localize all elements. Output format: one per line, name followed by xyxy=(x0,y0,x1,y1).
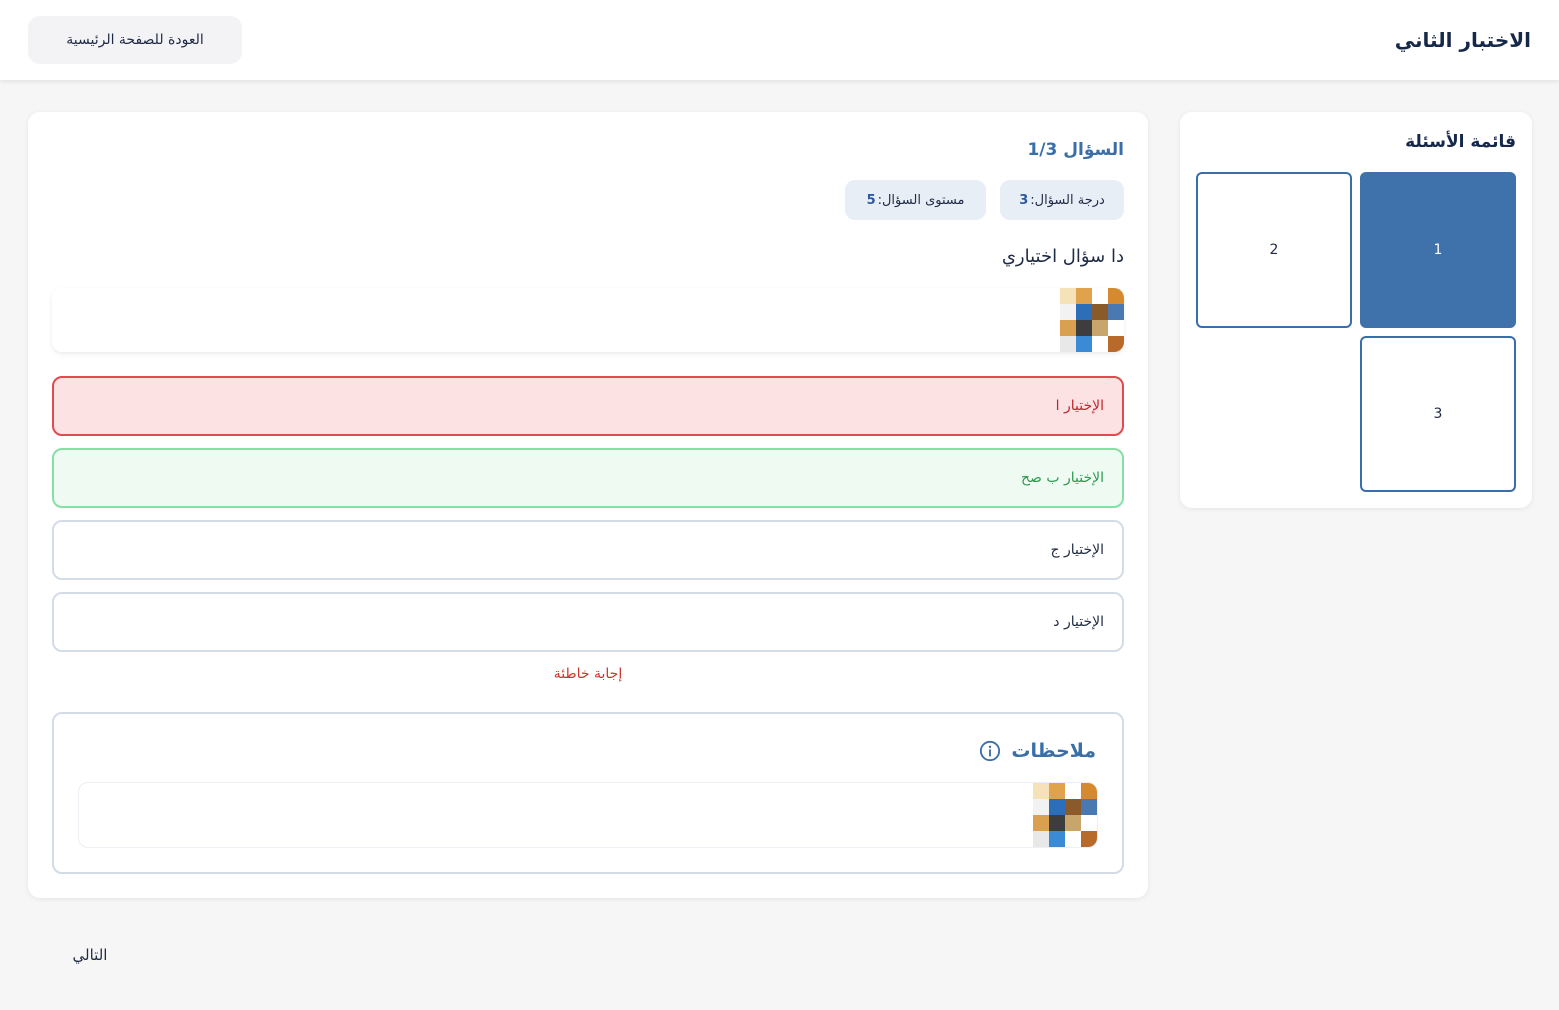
question-number: السؤال 1/3 xyxy=(1027,140,1124,160)
notes-image-box xyxy=(78,782,1098,848)
answer-result: إجابة خاطئة xyxy=(553,666,623,682)
info-icon xyxy=(980,740,1001,762)
question-button-3[interactable]: 3 xyxy=(1360,336,1516,492)
degree-label: درجة السؤال: xyxy=(1030,192,1105,208)
question-button-1[interactable]: 1 xyxy=(1360,172,1516,328)
option-d[interactable]: الإختيار د xyxy=(52,592,1124,652)
question-level-badge: مستوى السؤال: 5 xyxy=(845,180,986,220)
notes-image-thumbnail[interactable] xyxy=(1033,783,1097,847)
notes-title: ملاحظات xyxy=(1011,740,1096,762)
question-image-thumbnail[interactable] xyxy=(1060,288,1124,352)
questions-list-panel: قائمة الأسئلة 1 2 3 xyxy=(1180,112,1532,508)
degree-value: 3 xyxy=(1019,192,1029,208)
question-card: السؤال 1/3 درجة السؤال: 3 مستوى السؤال: 5 … xyxy=(28,112,1148,898)
option-a[interactable]: الإختيار ا xyxy=(52,376,1124,436)
option-b[interactable]: الإختيار ب صح xyxy=(52,448,1124,508)
question-degree-badge: درجة السؤال: 3 xyxy=(1000,180,1124,220)
notes-section: ملاحظات xyxy=(52,712,1124,874)
level-label: مستوى السؤال: xyxy=(877,192,965,208)
option-c[interactable]: الإختيار ج xyxy=(52,520,1124,580)
notes-header: ملاحظات xyxy=(979,740,1096,762)
question-image-box xyxy=(52,288,1124,352)
back-to-home-button[interactable]: العودة للصفحة الرئيسية xyxy=(28,16,242,64)
exam-title: الاختبار الثاني xyxy=(1394,28,1531,52)
next-button[interactable]: التالي xyxy=(60,940,120,970)
top-bar: الاختبار الثاني العودة للصفحة الرئيسية xyxy=(0,0,1559,80)
level-value: 5 xyxy=(866,192,876,208)
question-text: دا سؤال اختياري xyxy=(1001,246,1124,267)
question-button-2[interactable]: 2 xyxy=(1196,172,1352,328)
questions-list-title: قائمة الأسئلة xyxy=(1405,132,1516,152)
